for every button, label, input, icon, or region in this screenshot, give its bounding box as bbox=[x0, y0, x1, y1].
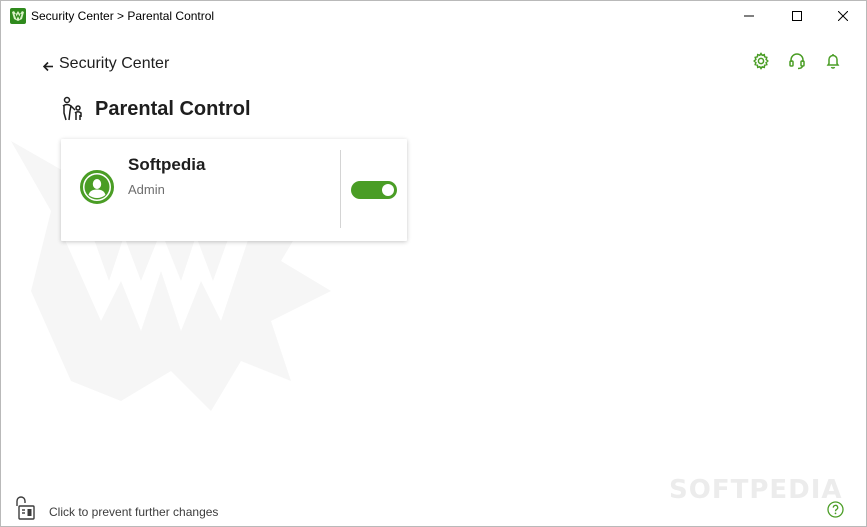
toggle-knob bbox=[382, 184, 394, 196]
maximize-icon bbox=[792, 8, 802, 26]
drweb-logo-icon bbox=[10, 8, 26, 24]
back-link-label: Security Center bbox=[59, 55, 170, 72]
maximize-button[interactable] bbox=[774, 1, 820, 32]
app-window: Security Center > Parental Control Secur… bbox=[0, 0, 867, 527]
close-button[interactable] bbox=[820, 1, 866, 32]
help-icon[interactable] bbox=[827, 501, 844, 518]
page-title: Parental Control bbox=[95, 97, 251, 120]
softpedia-watermark: SOFTPEDIA bbox=[669, 475, 843, 505]
user-name: Softpedia bbox=[128, 155, 206, 174]
user-avatar-icon bbox=[80, 170, 114, 204]
page-header: Parental Control bbox=[59, 95, 251, 123]
user-card[interactable]: Softpedia Admin bbox=[61, 139, 407, 241]
back-to-security-center[interactable]: Security Center bbox=[42, 54, 170, 74]
gear-icon[interactable] bbox=[752, 52, 770, 70]
lock-open-icon bbox=[14, 495, 40, 521]
arrow-left-icon bbox=[42, 59, 54, 71]
card-divider bbox=[340, 150, 341, 228]
headset-icon[interactable] bbox=[788, 52, 806, 70]
lock-changes-button[interactable]: Click to prevent further changes bbox=[14, 495, 218, 521]
user-role: Admin bbox=[128, 182, 165, 197]
family-icon bbox=[59, 96, 85, 122]
window-title: Security Center > Parental Control bbox=[31, 9, 215, 23]
bell-icon[interactable] bbox=[824, 52, 842, 70]
close-icon bbox=[837, 8, 849, 26]
minimize-icon bbox=[744, 8, 754, 26]
parental-control-toggle[interactable] bbox=[351, 181, 397, 199]
title-bar: Security Center > Parental Control bbox=[1, 1, 866, 32]
lock-changes-label: Click to prevent further changes bbox=[49, 505, 219, 519]
minimize-button[interactable] bbox=[726, 1, 772, 32]
